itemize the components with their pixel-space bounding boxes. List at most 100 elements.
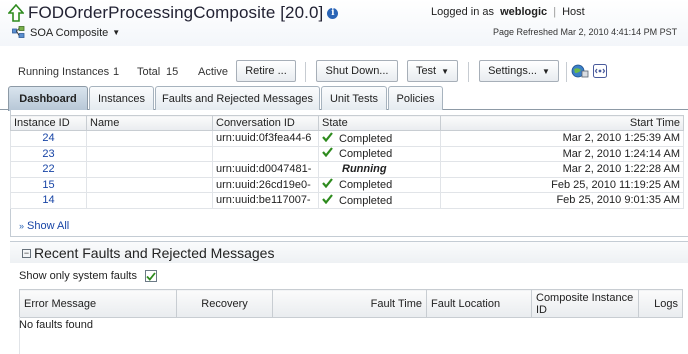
test-button[interactable]: Test ▼ xyxy=(407,60,458,82)
login-separator: | xyxy=(553,6,557,18)
tab-policies-label: Policies xyxy=(396,92,435,105)
running-instances-label: Running Instances xyxy=(18,66,110,78)
running-instances-count: 1 xyxy=(113,66,120,78)
recent-instances-table: Instance ID Name Conversation ID State S… xyxy=(10,115,684,209)
instance-name-cell xyxy=(86,161,213,178)
tab-dashboard-label: Dashboard xyxy=(19,93,77,105)
chevron-down-icon: ▼ xyxy=(441,66,450,76)
column-header-state[interactable]: State xyxy=(318,115,441,131)
globe-network-icon[interactable] xyxy=(571,64,589,78)
faults-section-title[interactable]: − Recent Faults and Rejected Messages xyxy=(22,245,274,261)
table-row[interactable]: 15 urn:uuid:26cd19e0- Completed Feb 25, … xyxy=(10,176,684,193)
instance-id-cell: 24 xyxy=(10,130,87,147)
system-faults-label: Show only system faults xyxy=(19,270,137,282)
checkmark-icon xyxy=(322,178,333,191)
login-label: Logged in as xyxy=(431,6,494,18)
instance-id-link[interactable]: 23 xyxy=(42,148,54,160)
soa-composite-menu-label: SOA Composite xyxy=(30,26,109,39)
column-header-fault-time[interactable]: Fault Time xyxy=(272,289,427,318)
tab-faults-and-rejected-messages[interactable]: Faults and Rejected Messages xyxy=(155,86,320,110)
chevron-down-icon: ▼ xyxy=(542,66,550,76)
toolbar-divider xyxy=(305,62,306,82)
column-header-start-time[interactable]: Start Time xyxy=(440,115,684,131)
instance-id-link[interactable]: 22 xyxy=(42,163,54,175)
system-faults-checkbox[interactable] xyxy=(145,270,157,282)
page-refreshed-status: Page Refreshed Mar 2, 2010 4:41:14 PM PS… xyxy=(493,27,678,37)
column-header-logs[interactable]: Logs xyxy=(638,289,683,318)
test-button-label: Test xyxy=(415,65,437,77)
state-cell: Completed xyxy=(318,145,441,162)
no-faults-message: No faults found xyxy=(19,319,93,331)
tab-instances[interactable]: Instances xyxy=(89,86,154,110)
table-row[interactable]: 14 urn:uuid:be117007- Completed Feb 25, … xyxy=(10,192,684,209)
tab-bar: Dashboard Instances Faults and Rejected … xyxy=(0,86,688,111)
chevron-down-icon: ▼ xyxy=(112,28,121,37)
info-icon[interactable]: i xyxy=(327,7,339,19)
table-row[interactable]: 23 Completed Mar 2, 2010 1:24:14 AM xyxy=(10,145,684,162)
wsdl-endpoint-icon[interactable] xyxy=(593,64,607,78)
up-arrow-icon[interactable] xyxy=(8,4,24,22)
soa-composite-menu[interactable]: SOA Composite ▼ xyxy=(12,26,120,39)
faults-table-body xyxy=(19,317,683,354)
faults-section-title-text: Recent Faults and Rejected Messages xyxy=(34,245,275,261)
login-info: Logged in as weblogic | Host xyxy=(431,6,585,18)
shut-down-button-label: Shut Down... xyxy=(325,65,389,77)
instance-id-link[interactable]: 14 xyxy=(42,194,54,206)
toolbar-divider xyxy=(468,62,469,82)
system-faults-filter: Show only system faults xyxy=(19,270,157,282)
host-link[interactable]: Host xyxy=(562,6,585,18)
tab-policies[interactable]: Policies xyxy=(388,86,443,110)
column-header-error-message[interactable]: Error Message xyxy=(19,289,177,318)
column-header-conversation-id[interactable]: Conversation ID xyxy=(212,115,319,131)
active-status-label: Active xyxy=(198,66,228,78)
retire-button[interactable]: Retire ... xyxy=(236,60,296,82)
table-header-row: Instance ID Name Conversation ID State S… xyxy=(10,115,684,131)
instance-id-link[interactable]: 24 xyxy=(42,132,54,144)
column-header-fault-location[interactable]: Fault Location xyxy=(426,289,532,318)
column-header-recovery[interactable]: Recovery xyxy=(176,289,273,318)
total-label: Total xyxy=(137,66,161,78)
state-cell: Running xyxy=(318,161,441,178)
start-time-cell: Feb 25, 2010 11:19:25 AM xyxy=(440,176,684,193)
show-all-link[interactable]: » Show All xyxy=(19,220,69,232)
soa-composite-icon xyxy=(12,26,25,38)
conversation-id-cell: urn:uuid:be117007- xyxy=(212,192,319,209)
toolbar-divider xyxy=(566,62,567,82)
column-header-instance-id[interactable]: Instance ID xyxy=(10,115,87,131)
state-label: Completed xyxy=(339,132,393,145)
composite-toolbar: Running Instances 1 Total 15 Active Reti… xyxy=(0,58,688,86)
show-all-label: Show All xyxy=(27,220,70,232)
state-label: Completed xyxy=(339,148,393,161)
start-time-cell: Feb 25, 2010 9:01:35 AM xyxy=(440,192,684,209)
state-cell: Completed xyxy=(318,192,441,209)
settings-button[interactable]: Settings... ▼ xyxy=(479,60,559,82)
retire-button-label: Retire ... xyxy=(245,65,287,77)
instance-name-cell xyxy=(86,145,213,162)
tab-dashboard[interactable]: Dashboard xyxy=(8,86,88,111)
section-divider xyxy=(10,236,688,237)
conversation-id-cell: urn:uuid:d0047481- xyxy=(212,161,319,178)
instance-name-cell xyxy=(86,176,213,193)
checkmark-icon xyxy=(146,271,156,281)
column-header-composite-instance-id[interactable]: Composite Instance ID xyxy=(531,289,639,318)
table-header-row: Error Message Recovery Fault Time Fault … xyxy=(19,289,683,318)
start-time-cell: Mar 2, 2010 1:25:39 AM xyxy=(440,130,684,147)
conversation-id-cell: urn:uuid:26cd19e0- xyxy=(212,176,319,193)
conversation-id-cell: urn:uuid:0f3fea44-6 xyxy=(212,130,319,147)
tab-unit-tests[interactable]: Unit Tests xyxy=(321,86,387,110)
instance-id-cell: 15 xyxy=(10,176,87,193)
total-count: 15 xyxy=(166,66,179,78)
shut-down-button[interactable]: Shut Down... xyxy=(316,60,398,82)
tab-unit-tests-label: Unit Tests xyxy=(329,92,379,105)
state-label: Completed xyxy=(339,179,393,192)
column-header-name[interactable]: Name xyxy=(86,115,213,131)
instance-id-cell: 14 xyxy=(10,192,87,209)
start-time-cell: Mar 2, 2010 1:22:28 AM xyxy=(440,161,684,178)
composite-title-row: FODOrderProcessingComposite [20.0] i xyxy=(8,3,339,23)
instance-id-link[interactable]: 15 xyxy=(42,179,54,191)
tab-faults-label: Faults and Rejected Messages xyxy=(161,92,314,105)
collapse-icon[interactable]: − xyxy=(22,248,31,258)
double-chevron-right-icon: » xyxy=(19,221,25,231)
table-row[interactable]: 22 urn:uuid:d0047481- Running Mar 2, 201… xyxy=(10,161,684,178)
table-row[interactable]: 24 urn:uuid:0f3fea44-6 Completed Mar 2, … xyxy=(10,130,684,147)
